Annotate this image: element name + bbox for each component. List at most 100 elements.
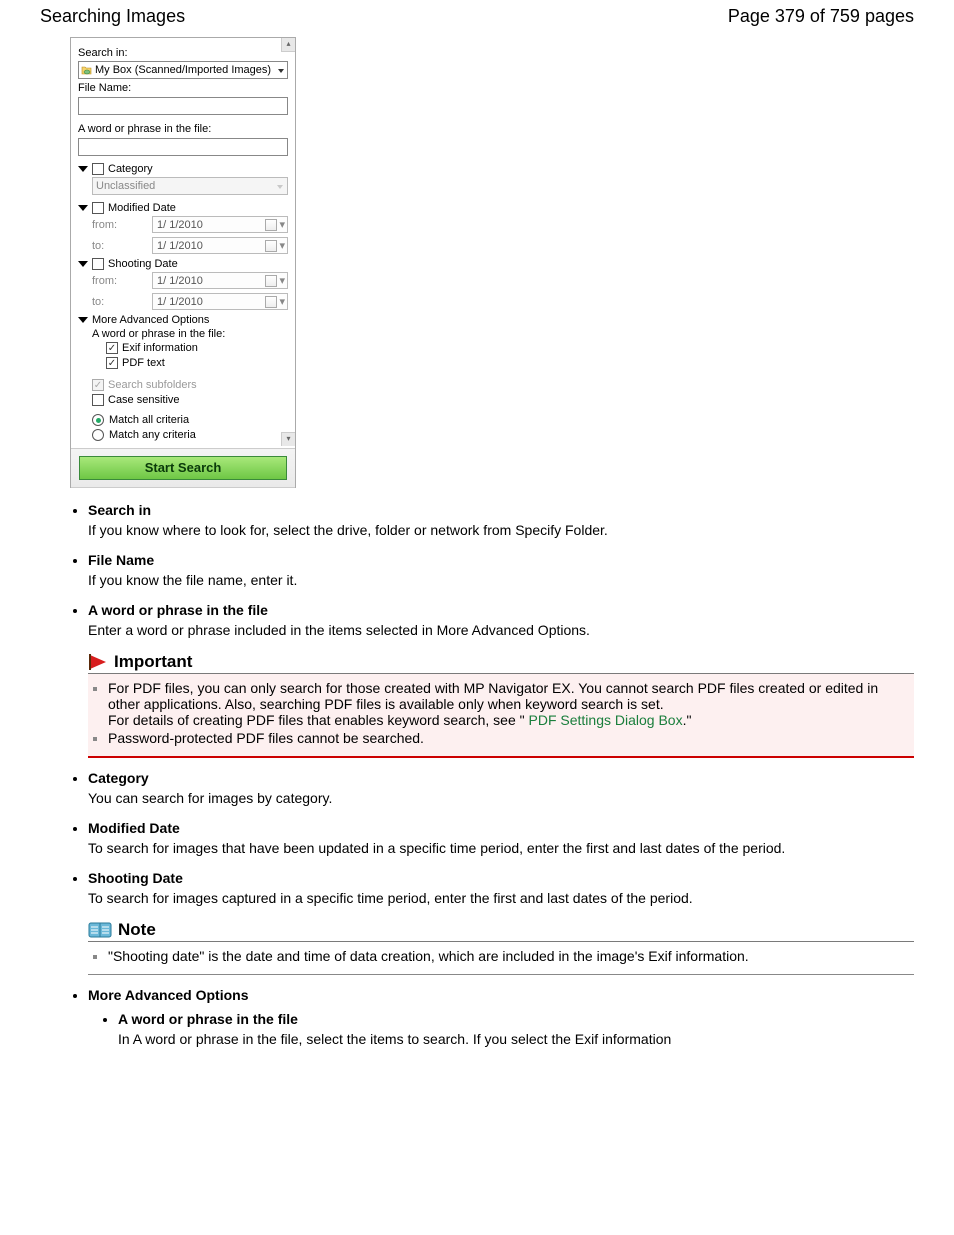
file-name-label: File Name: bbox=[78, 82, 288, 94]
important-item: Password-protected PDF files cannot be s… bbox=[108, 730, 906, 746]
page-header: Searching Images Page 379 of 759 pages bbox=[40, 6, 914, 27]
start-search-button[interactable]: Start Search bbox=[79, 456, 287, 480]
match-any-radio[interactable] bbox=[92, 429, 104, 441]
exif-info-label: Exif information bbox=[122, 342, 198, 354]
page-indicator: Page 379 of 759 pages bbox=[728, 6, 914, 27]
more-advanced-section[interactable]: More Advanced Options bbox=[78, 314, 288, 326]
more-advanced-label: More Advanced Options bbox=[92, 314, 209, 326]
term-more-adv: More Advanced Options bbox=[88, 987, 914, 1003]
flag-icon bbox=[88, 653, 110, 671]
important-title: Important bbox=[114, 652, 192, 672]
modified-to-input[interactable]: 1/ 1/2010 ▾ bbox=[152, 237, 288, 254]
from-label: from: bbox=[92, 219, 152, 231]
search-subfolders-label: Search subfolders bbox=[108, 379, 197, 391]
adv-word-label: A word or phrase in the file: bbox=[92, 328, 288, 340]
from-label: from: bbox=[92, 275, 152, 287]
exif-info-checkbox[interactable] bbox=[106, 342, 118, 354]
search-subfolders-checkbox bbox=[92, 379, 104, 391]
list-item: A word or phrase in the file Enter a wor… bbox=[88, 602, 914, 758]
category-section[interactable]: Category bbox=[78, 163, 288, 175]
modified-from-row: from: 1/ 1/2010 ▾ bbox=[92, 216, 288, 233]
calendar-icon bbox=[265, 275, 277, 287]
term-shooting-date: Shooting Date bbox=[88, 870, 914, 886]
match-any-label: Match any criteria bbox=[109, 429, 196, 441]
shooting-from-input[interactable]: 1/ 1/2010 ▾ bbox=[152, 272, 288, 289]
case-sensitive-checkbox[interactable] bbox=[92, 394, 104, 406]
file-name-input[interactable] bbox=[78, 97, 288, 115]
scrollbar-up-icon: ▴ bbox=[281, 38, 295, 52]
case-sensitive-label: Case sensitive bbox=[108, 394, 180, 406]
desc-file-name: If you know the file name, enter it. bbox=[88, 572, 914, 588]
desc-shooting-date: To search for images captured in a speci… bbox=[88, 890, 914, 906]
collapse-icon bbox=[78, 317, 88, 323]
to-label: to: bbox=[92, 296, 152, 308]
modified-date-section[interactable]: Modified Date bbox=[78, 202, 288, 214]
search-in-label: Search in: bbox=[78, 47, 288, 59]
desc-category: You can search for images by category. bbox=[88, 790, 914, 806]
important-callout: Important For PDF files, you can only se… bbox=[88, 652, 914, 758]
note-header: Note bbox=[88, 920, 914, 942]
pdf-text-label: PDF text bbox=[122, 357, 165, 369]
term-word-phrase: A word or phrase in the file bbox=[88, 602, 914, 618]
collapse-icon bbox=[78, 205, 88, 211]
word-phrase-input[interactable] bbox=[78, 138, 288, 156]
term-category: Category bbox=[88, 770, 914, 786]
modified-date-checkbox[interactable] bbox=[92, 202, 104, 214]
term-file-name: File Name bbox=[88, 552, 914, 568]
collapse-icon bbox=[78, 166, 88, 172]
calendar-icon bbox=[265, 240, 277, 252]
list-item: File Name If you know the file name, ent… bbox=[88, 552, 914, 588]
word-phrase-label: A word or phrase in the file: bbox=[78, 123, 288, 135]
term-modified-date: Modified Date bbox=[88, 820, 914, 836]
chevron-down-icon: ▾ bbox=[279, 274, 285, 287]
modified-to-row: to: 1/ 1/2010 ▾ bbox=[92, 237, 288, 254]
category-combo[interactable]: Unclassified bbox=[92, 177, 288, 195]
shooting-date-section[interactable]: Shooting Date bbox=[78, 258, 288, 270]
to-label: to: bbox=[92, 240, 152, 252]
search-in-value: My Box (Scanned/Imported Images) bbox=[93, 64, 277, 76]
note-item: "Shooting date" is the date and time of … bbox=[108, 948, 906, 964]
term-sub-word: A word or phrase in the file bbox=[118, 1011, 298, 1027]
chevron-down-icon: ▾ bbox=[279, 239, 285, 252]
category-checkbox[interactable] bbox=[92, 163, 104, 175]
folder-icon bbox=[81, 64, 93, 76]
note-icon bbox=[88, 921, 114, 939]
match-all-radio[interactable] bbox=[92, 414, 104, 426]
chevron-down-icon bbox=[277, 66, 285, 74]
page-title: Searching Images bbox=[40, 6, 185, 27]
button-bar: Start Search bbox=[71, 448, 295, 488]
chevron-down-icon: ▾ bbox=[279, 218, 285, 231]
search-in-combo[interactable]: My Box (Scanned/Imported Images) bbox=[78, 61, 288, 79]
match-all-label: Match all criteria bbox=[109, 414, 189, 426]
list-item: Shooting Date To search for images captu… bbox=[88, 870, 914, 975]
list-item: More Advanced Options A word or phrase i… bbox=[88, 987, 914, 1047]
desc-modified-date: To search for images that have been upda… bbox=[88, 840, 914, 856]
chevron-down-icon bbox=[276, 182, 284, 190]
note-title: Note bbox=[118, 920, 156, 940]
important-item: For PDF files, you can only search for t… bbox=[108, 680, 906, 728]
term-search-in: Search in bbox=[88, 502, 914, 518]
search-panel-screenshot: ▴ Search in: My Box (Scanned/Imported Im… bbox=[70, 37, 296, 488]
collapse-icon bbox=[78, 261, 88, 267]
pdf-text-checkbox[interactable] bbox=[106, 357, 118, 369]
desc-word-phrase: Enter a word or phrase included in the i… bbox=[88, 622, 914, 638]
note-callout: Note "Shooting date" is the date and tim… bbox=[88, 920, 914, 975]
scrollbar-down-icon: ▾ bbox=[281, 432, 295, 446]
calendar-icon bbox=[265, 219, 277, 231]
calendar-icon bbox=[265, 296, 277, 308]
modified-from-input[interactable]: 1/ 1/2010 ▾ bbox=[152, 216, 288, 233]
desc-search-in: If you know where to look for, select th… bbox=[88, 522, 914, 538]
shooting-from-row: from: 1/ 1/2010 ▾ bbox=[92, 272, 288, 289]
sub-list-item: A word or phrase in the file In A word o… bbox=[118, 1011, 914, 1047]
important-header: Important bbox=[88, 652, 914, 674]
modified-date-label: Modified Date bbox=[108, 202, 176, 214]
shooting-to-input[interactable]: 1/ 1/2010 ▾ bbox=[152, 293, 288, 310]
category-value: Unclassified bbox=[96, 180, 155, 192]
category-label: Category bbox=[108, 163, 153, 175]
list-item: Modified Date To search for images that … bbox=[88, 820, 914, 856]
pdf-settings-link[interactable]: PDF Settings Dialog Box bbox=[529, 712, 683, 728]
chevron-down-icon: ▾ bbox=[279, 295, 285, 308]
shooting-to-row: to: 1/ 1/2010 ▾ bbox=[92, 293, 288, 310]
list-item: Search in If you know where to look for,… bbox=[88, 502, 914, 538]
shooting-date-checkbox[interactable] bbox=[92, 258, 104, 270]
